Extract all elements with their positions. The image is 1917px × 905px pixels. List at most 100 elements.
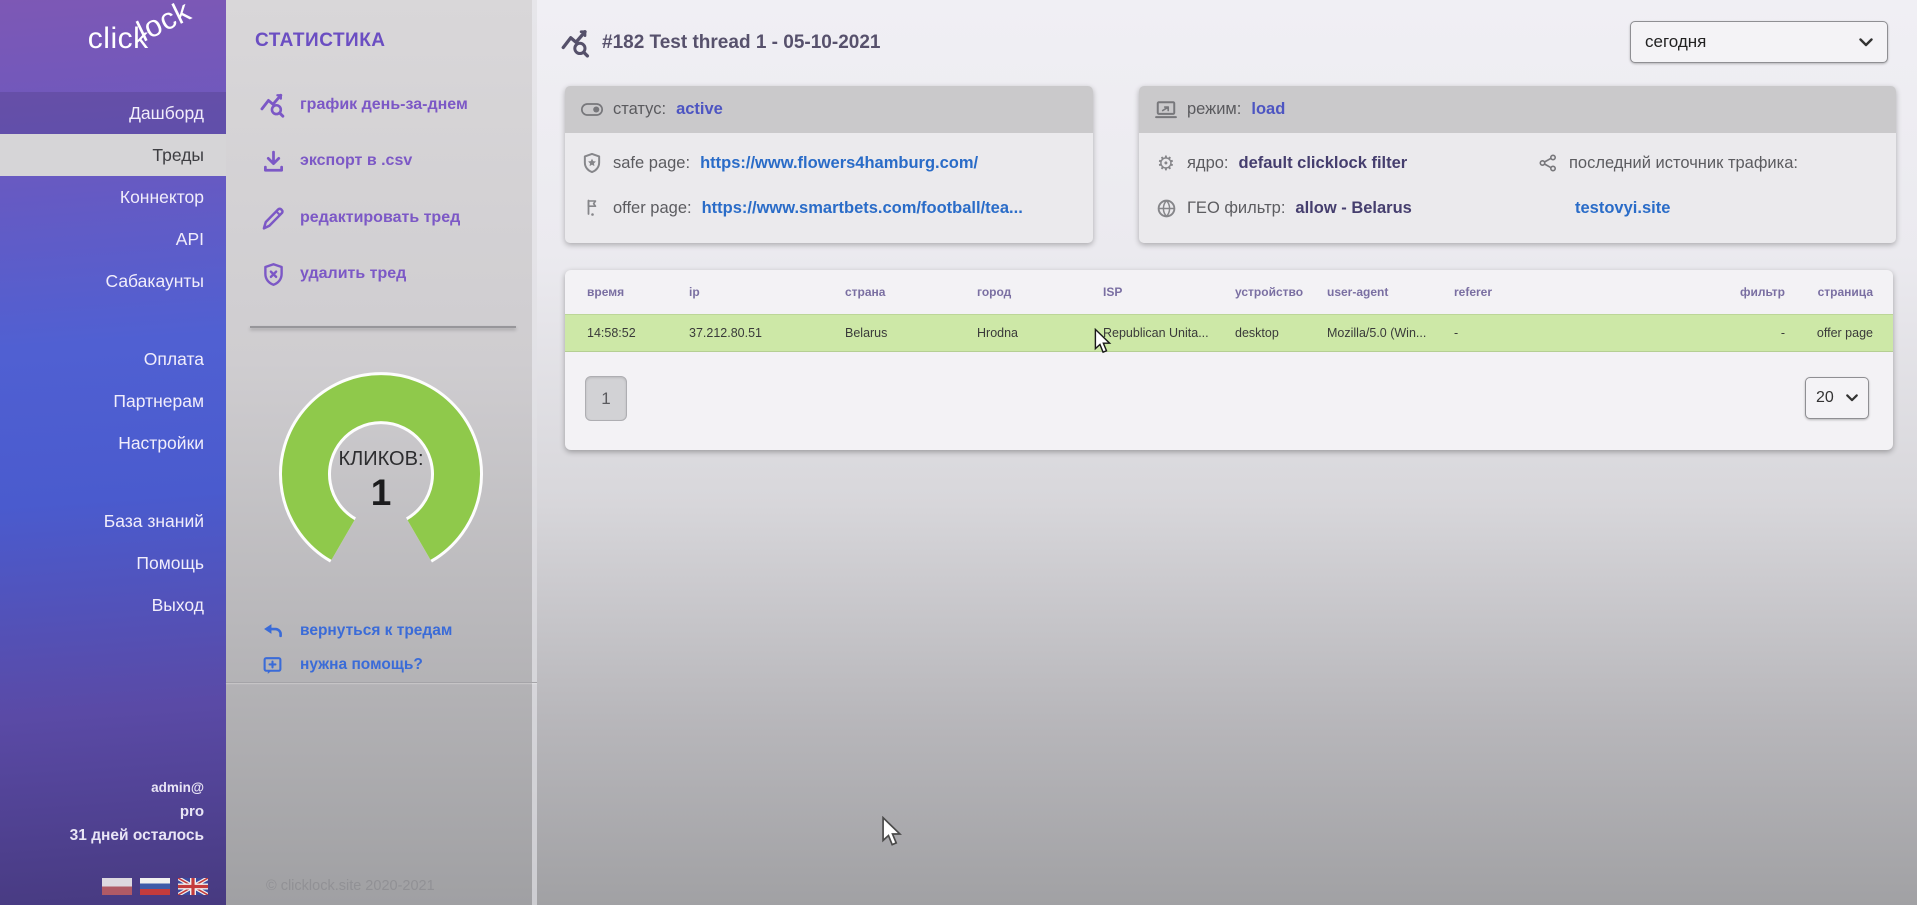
col-user-agent: user-agent — [1327, 285, 1454, 299]
stats-item-delete-thread[interactable]: удалить тред — [226, 254, 537, 294]
account-email: admin@ — [70, 776, 204, 800]
flag-icon — [581, 197, 603, 219]
mode-card-header: режим: load — [1139, 86, 1896, 133]
chart-zoom-icon — [560, 28, 592, 58]
period-select-value: сегодня — [1645, 32, 1706, 52]
mode-card: режим: load ⚙ ядро: default clicklock fi… — [1139, 86, 1896, 243]
shield-x-icon — [259, 260, 287, 288]
period-select[interactable]: сегодня — [1630, 21, 1888, 63]
stats-item-day-chart[interactable]: график день-за-днем — [226, 85, 537, 125]
status-label: статус: — [613, 100, 666, 119]
back-to-threads-link[interactable]: вернуться к тредам — [226, 616, 537, 646]
thread-header: #182 Test thread 1 - 05-10-2021 — [560, 28, 880, 58]
sidebar-group-billing: Оплата Партнерам Настройки — [0, 338, 226, 464]
safe-page-link[interactable]: https://www.flowers4hamburg.com/ — [700, 154, 978, 173]
undo-icon — [260, 619, 284, 643]
sidebar-item-help[interactable]: Помощь — [0, 542, 226, 584]
sidebar-item-settings[interactable]: Настройки — [0, 422, 226, 464]
back-to-threads-label: вернуться к тредам — [300, 622, 452, 640]
sidebar-item-threads[interactable]: Треды — [0, 134, 226, 176]
stats-bottom-divider — [226, 682, 537, 683]
chevron-down-icon — [1859, 38, 1873, 47]
col-country: страна — [845, 285, 977, 299]
copyright: © clicklock.site 2020-2021 — [266, 878, 435, 894]
sidebar-item-knowledge-base[interactable]: База знаний — [0, 500, 226, 542]
sidebar-item-partners[interactable]: Партнерам — [0, 380, 226, 422]
sidebar: clicklock Дашборд Треды Коннектор API Са… — [0, 0, 226, 905]
cell-filter: - — [1691, 326, 1785, 340]
page-size-select[interactable]: 20 — [1805, 377, 1869, 419]
offer-page-label: offer page: — [613, 199, 692, 218]
geo-filter-label: ГЕО фильтр: — [1187, 199, 1285, 218]
page-button-1[interactable]: 1 — [585, 376, 627, 421]
pencil-icon — [259, 204, 287, 232]
col-city: город — [977, 285, 1103, 299]
flag-russia-icon[interactable] — [140, 878, 170, 895]
col-filter: фильтр — [1691, 285, 1785, 299]
thread-title: #182 Test thread 1 - 05-10-2021 — [602, 32, 880, 54]
download-icon — [259, 147, 287, 175]
account-days-left: 31 дней осталось — [70, 824, 204, 848]
cell-user-agent: Mozilla/5.0 (Win... — [1327, 326, 1454, 340]
cell-ip: 37.212.80.51 — [689, 326, 845, 340]
cell-referer: - — [1454, 326, 1691, 340]
stats-item-edit-thread[interactable]: редактировать тред — [226, 198, 537, 238]
col-device: устройство — [1235, 285, 1327, 299]
sidebar-item-connector[interactable]: Коннектор — [0, 176, 226, 218]
gauge-label: КЛИКОВ: — [269, 448, 493, 471]
cell-country: Belarus — [845, 326, 977, 340]
comment-plus-icon — [260, 653, 284, 677]
sidebar-item-payment[interactable]: Оплата — [0, 338, 226, 380]
need-help-label: нужна помощь? — [300, 656, 423, 674]
traffic-source-label: последний источник трафика: — [1569, 154, 1798, 173]
cell-city: Hrodna — [977, 326, 1103, 340]
geo-filter-value: allow - Belarus — [1295, 199, 1411, 218]
sidebar-item-api[interactable]: API — [0, 218, 226, 260]
clicks-gauge: КЛИКОВ: 1 — [269, 364, 493, 566]
toggle-icon — [581, 102, 603, 117]
traffic-source-link[interactable]: testovyi.site — [1575, 199, 1670, 218]
status-card: статус: active safe page: https://www.fl… — [565, 86, 1093, 243]
traffic-source-link-row: testovyi.site — [1559, 193, 1670, 223]
safe-page-label: safe page: — [613, 154, 690, 173]
mode-value: load — [1251, 100, 1285, 119]
flag-uk-icon[interactable] — [178, 878, 208, 895]
cell-page: offer page — [1785, 326, 1891, 340]
shield-star-icon — [581, 152, 603, 174]
stats-item-label: удалить тред — [300, 265, 406, 283]
table-header-row: время ip страна город ISP устройство use… — [565, 270, 1893, 314]
core-value: default clicklock filter — [1239, 154, 1408, 173]
need-help-link[interactable]: нужна помощь? — [226, 650, 537, 680]
chevron-down-icon — [1846, 394, 1858, 402]
stats-item-export-csv[interactable]: экспорт в .csv — [226, 141, 537, 181]
mode-label: режим: — [1187, 100, 1241, 119]
core-row: ⚙ ядро: default clicklock filter — [1139, 148, 1407, 178]
geo-filter-row: ГЕО фильтр: allow - Belarus — [1139, 193, 1412, 223]
offer-page-link[interactable]: https://www.smartbets.com/football/tea..… — [702, 199, 1023, 218]
flag-poland-icon[interactable] — [102, 878, 132, 895]
clicks-table-card: время ip страна город ISP устройство use… — [565, 270, 1893, 450]
sidebar-group-help: База знаний Помощь Выход — [0, 500, 226, 626]
language-switcher — [102, 878, 208, 895]
core-label: ядро: — [1187, 154, 1229, 173]
table-row[interactable]: 14:58:52 37.212.80.51 Belarus Hrodna Rep… — [565, 314, 1893, 352]
stats-title: СТАТИСТИКА — [255, 30, 386, 52]
cell-device: desktop — [1235, 326, 1327, 340]
sidebar-item-subaccounts[interactable]: Сабакаунты — [0, 260, 226, 302]
sidebar-item-logout[interactable]: Выход — [0, 584, 226, 626]
safe-page-row: safe page: https://www.flowers4hamburg.c… — [565, 148, 978, 178]
traffic-source-row: последний источник трафика: — [1521, 148, 1798, 178]
mouse-cursor-main — [880, 816, 903, 848]
app-logo: clicklock — [88, 22, 204, 56]
col-page: страница — [1785, 285, 1891, 299]
gear-icon: ⚙ — [1155, 151, 1177, 176]
screen-share-icon — [1155, 100, 1177, 120]
stats-item-label: график день-за-днем — [300, 96, 468, 114]
sidebar-item-dashboard[interactable]: Дашборд — [0, 92, 226, 134]
stats-item-label: редактировать тред — [300, 209, 460, 227]
sidebar-group-main: Дашборд Треды Коннектор API Сабакаунты — [0, 92, 226, 302]
col-time: время — [565, 285, 689, 299]
globe-icon — [1155, 198, 1177, 219]
stats-divider — [250, 326, 516, 328]
col-ip: ip — [689, 285, 845, 299]
